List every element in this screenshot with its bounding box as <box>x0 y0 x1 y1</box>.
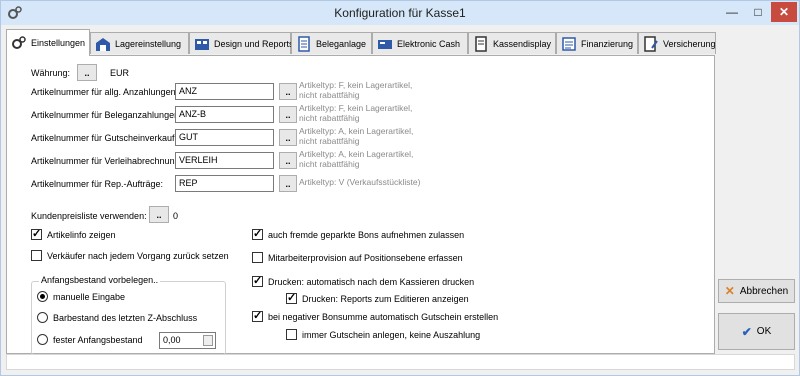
window-title: Konfiguration für Kasse1 <box>334 6 466 20</box>
tab-versicherung[interactable]: Versicherung <box>638 32 716 54</box>
artikelinfo-checkbox[interactable] <box>31 227 42 240</box>
article-number-input[interactable]: VERLEIH <box>175 152 274 169</box>
tab-strip: Einstellungen Lagereinstellung Design un… <box>6 29 716 56</box>
article-number-input[interactable]: REP <box>175 175 274 192</box>
article-type-hint: Artikeltyp: F, kein Lagerartikel, nicht r… <box>299 103 413 123</box>
checkbox-label: Drucken: automatisch nach dem Kassieren … <box>268 277 475 287</box>
tab-elektronic-cash[interactable]: Elektronic Cash <box>372 32 468 54</box>
article-select-button[interactable]: .. <box>279 83 297 100</box>
radio-label: Barbestand des letzten Z-Abschluss <box>53 313 198 323</box>
verkaeufer-reset-checkbox[interactable] <box>31 250 42 261</box>
checkmark-icon: ✔ <box>741 324 752 339</box>
tab-label: Versicherung <box>663 38 716 49</box>
report-icon <box>195 38 209 50</box>
tab-label: Beleganlage <box>316 38 367 49</box>
tab-einstellungen[interactable]: Einstellungen <box>6 29 90 56</box>
kundenpreisliste-select-button[interactable]: .. <box>149 206 169 223</box>
article-label: Artikelnummer für Beleganzahlungen: <box>31 110 182 120</box>
tab-label: Einstellungen <box>31 38 86 48</box>
config-window: Konfiguration für Kasse1 — □ ✕ Einstellu… <box>0 0 800 376</box>
tab-lagereinstellung[interactable]: Lagereinstellung <box>90 32 189 54</box>
document-icon <box>298 35 310 52</box>
tab-design-und-reports[interactable]: Design und Reports <box>189 32 294 54</box>
cancel-label: Abbrechen <box>739 285 789 297</box>
article-select-button[interactable]: .. <box>279 106 297 123</box>
article-label: Artikelnummer für Verleihabrechnung: <box>31 156 183 166</box>
fester-anfangsbestand-radio[interactable] <box>37 334 48 345</box>
radio-label: manuelle Eingabe <box>53 292 126 302</box>
warehouse-icon <box>96 37 110 51</box>
display-icon <box>475 35 487 52</box>
contract-icon <box>644 35 658 52</box>
article-label: Artikelnummer für Rep.-Aufträge: <box>31 179 164 189</box>
waehrung-value: EUR <box>110 68 130 78</box>
fremde-bons-checkbox[interactable] <box>252 227 263 240</box>
cancel-button[interactable]: ✕ Abbrechen <box>718 279 795 303</box>
tab-kassendisplay[interactable]: Kassendisplay <box>468 32 556 54</box>
checkbox-label: Drucken: Reports zum Editieren anzeigen <box>302 294 469 304</box>
tab-label: Design und Reports <box>214 38 294 49</box>
tab-beleganlage[interactable]: Beleganlage <box>291 32 372 54</box>
close-button[interactable]: ✕ <box>771 2 797 22</box>
checkbox-label: immer Gutschein anlegen, keine Auszahlun… <box>302 330 481 340</box>
mitarbeiterprovision-checkbox[interactable] <box>252 252 263 263</box>
tab-label: Kassendisplay <box>493 38 552 49</box>
article-type-hint: Artikeltyp: V (Verkaufsstückliste) <box>299 177 421 187</box>
article-label: Artikelnummer für Gutscheinverkauf: <box>31 133 178 143</box>
checkbox-label: Verkäufer nach jedem Vorgang zurück setz… <box>47 251 229 261</box>
article-select-button[interactable]: .. <box>279 129 297 146</box>
article-label: Artikelnummer für allg. Anzahlungen: <box>31 87 179 97</box>
waehrung-select-button[interactable]: .. <box>77 64 97 81</box>
kundenpreisliste-label: Kundenpreisliste verwenden: <box>31 211 147 221</box>
article-type-hint: Artikeltyp: F, kein Lagerartikel, nicht r… <box>299 80 413 100</box>
card-terminal-icon <box>378 39 392 49</box>
article-number-input[interactable]: ANZ-B <box>175 106 274 123</box>
checkbox-label: auch fremde geparkte Bons aufnehmen zula… <box>268 230 465 240</box>
tab-label: Elektronic Cash <box>397 38 461 49</box>
checkbox-label: Mitarbeiterprovision auf Positionsebene … <box>268 253 463 263</box>
article-number-input[interactable]: ANZ <box>175 83 274 100</box>
maximize-button[interactable]: □ <box>745 2 771 22</box>
amount-value: 0,00 <box>163 335 181 345</box>
article-type-hint: Artikeltyp: A, kein Lagerartikel, nicht r… <box>299 149 414 169</box>
reports-editieren-checkbox[interactable] <box>286 291 297 304</box>
manuelle-eingabe-radio[interactable] <box>37 291 48 302</box>
article-number-input[interactable]: GUT <box>175 129 274 146</box>
barbestand-radio[interactable] <box>37 312 48 323</box>
article-select-button[interactable]: .. <box>279 175 297 192</box>
ok-label: OK <box>756 326 772 337</box>
waehrung-label: Währung: <box>31 68 71 78</box>
radio-label: fester Anfangsbestand <box>53 335 143 345</box>
anfangsbestand-amount-input[interactable]: 0,00 <box>159 332 216 349</box>
finance-icon <box>562 36 576 51</box>
auto-drucken-checkbox[interactable] <box>252 274 263 287</box>
tab-label: Lagereinstellung <box>115 38 182 49</box>
settings-panel: Währung: .. EUR Artikelnummer für allg. … <box>6 55 715 355</box>
checkbox-label: bei negativer Bonsumme automatisch Gutsc… <box>268 312 499 322</box>
kundenpreisliste-value: 0 <box>173 211 179 221</box>
calculator-icon[interactable] <box>203 335 213 346</box>
status-bar <box>6 354 795 370</box>
tab-finanzierung[interactable]: Finanzierung <box>556 32 638 54</box>
ok-button[interactable]: ✔ OK <box>718 313 795 350</box>
article-select-button[interactable]: .. <box>279 152 297 169</box>
checkbox-label: Artikelinfo zeigen <box>47 230 116 240</box>
article-type-hint: Artikeltyp: A, kein Lagerartikel, nicht r… <box>299 126 414 146</box>
immer-gutschein-checkbox[interactable] <box>286 329 297 340</box>
title-bar[interactable]: Konfiguration für Kasse1 — □ ✕ <box>1 1 799 25</box>
negativer-bonsumme-checkbox[interactable] <box>252 309 263 322</box>
cancel-icon: ✕ <box>724 284 735 298</box>
tab-label: Finanzierung <box>581 38 634 49</box>
gears-icon <box>12 36 26 49</box>
group-title: Anfangsbestand vorbelegen.. <box>39 275 161 285</box>
minimize-button[interactable]: — <box>719 2 745 22</box>
